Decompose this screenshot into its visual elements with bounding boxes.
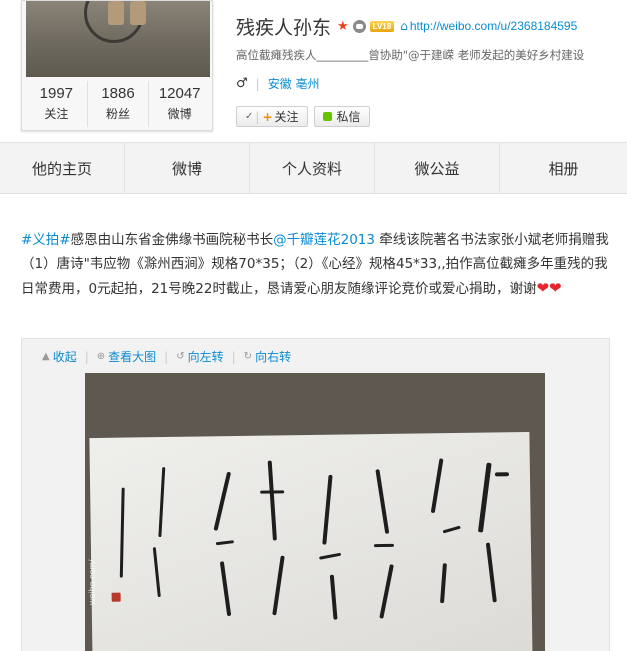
seal-stamp xyxy=(111,592,121,602)
topic-link[interactable]: #义拍# xyxy=(21,232,71,248)
level-badge[interactable]: LV18 xyxy=(369,20,395,32)
profile-stats: 1997 关注 1886 粉丝 12047 微博 xyxy=(26,81,210,127)
stat-number: 1886 xyxy=(101,85,135,102)
calligraphy-paper xyxy=(89,431,533,651)
tab-profile-info[interactable]: 个人资料 xyxy=(250,143,375,193)
check-icon: ✓ xyxy=(245,111,254,122)
collapse-button[interactable]: ▲ 收起 xyxy=(42,348,77,365)
brush-stroke xyxy=(119,487,125,578)
avatar[interactable] xyxy=(26,1,210,77)
media-box: ▲ 收起 | ⊕ 查看大图 | ↺ 向左转 | ↻ 向右转 weibo.com/ xyxy=(21,338,610,651)
profile-bio: 高位截瘫残疾人_________曾协助"@于建嵘 老师发起的美好乡村建设 xyxy=(236,48,585,62)
stat-weibo[interactable]: 12047 微博 xyxy=(149,81,210,127)
message-button[interactable]: 私信 xyxy=(313,106,370,127)
brush-stroke xyxy=(375,469,390,534)
collapse-icon: ▲ xyxy=(42,351,50,362)
stat-number: 1997 xyxy=(39,85,74,102)
follow-button[interactable]: ✓ | + 关注 xyxy=(236,106,308,127)
brush-stroke xyxy=(152,547,161,598)
tab-weibo[interactable]: 微博 xyxy=(125,143,250,193)
tool-label: 查看大图 xyxy=(108,350,157,364)
brush-stroke xyxy=(267,460,277,541)
brush-stroke xyxy=(373,543,394,548)
divider: | xyxy=(84,349,89,364)
brush-stroke xyxy=(442,525,461,534)
divider: | xyxy=(255,109,260,124)
brush-stroke xyxy=(322,474,333,545)
plus-icon: + xyxy=(262,109,273,124)
verified-star-icon[interactable]: ★ xyxy=(337,19,349,34)
follow-label: 关注 xyxy=(274,110,299,124)
brush-stroke xyxy=(213,471,232,531)
brush-stroke xyxy=(158,467,166,538)
tab-album[interactable]: 相册 xyxy=(500,143,627,193)
location-link[interactable]: 安徽 亳州 xyxy=(268,75,320,92)
brush-stroke xyxy=(379,564,394,619)
brush-stroke xyxy=(319,552,342,560)
home-url-link[interactable]: http://weibo.com/u/2368184595 xyxy=(410,19,577,33)
tool-label: 向右转 xyxy=(255,350,292,364)
avatar-leg xyxy=(130,1,146,25)
brush-stroke xyxy=(440,563,447,604)
avatar-leg xyxy=(108,1,124,25)
tool-label: 向左转 xyxy=(187,350,224,364)
profile-nav: 他的主页 微博 个人资料 微公益 相册 xyxy=(0,142,627,194)
brush-stroke xyxy=(215,540,235,546)
divider: | xyxy=(231,349,236,364)
divider: | xyxy=(255,76,260,91)
magnify-icon: ⊕ xyxy=(96,351,106,362)
rotate-left-icon: ↺ xyxy=(176,351,185,362)
male-icon: ♂ xyxy=(236,76,248,91)
image-watermark: weibo.com/ xyxy=(87,559,97,605)
divider: | xyxy=(164,349,169,364)
brush-stroke xyxy=(219,561,232,617)
tab-charity[interactable]: 微公益 xyxy=(375,143,500,193)
member-icon[interactable] xyxy=(352,19,366,33)
rotate-right-icon: ↻ xyxy=(243,351,253,362)
profile-actions: ✓ | + 关注 私信 xyxy=(236,106,376,127)
profile-meta: ♂ | 安徽 亳州 xyxy=(236,75,320,92)
message-label: 私信 xyxy=(336,110,361,124)
stat-followers[interactable]: 1886 粉丝 xyxy=(88,81,150,127)
mention-link[interactable]: @千瓣莲花2013 xyxy=(273,232,375,248)
post-text: #义拍#感恩由山东省金佛缘书画院秘书长@千瓣莲花2013 牵线该院著名书法家张小… xyxy=(21,228,615,301)
profile-name: 残疾人孙东 xyxy=(236,16,332,39)
brush-stroke xyxy=(272,555,285,616)
brush-stroke xyxy=(430,458,444,514)
brush-stroke xyxy=(260,490,285,494)
link-icon: ⌂ xyxy=(400,19,408,33)
stat-number: 12047 xyxy=(158,85,201,102)
post-text-part: 感恩由山东省金佛缘书画院秘书长 xyxy=(70,232,274,248)
brush-stroke xyxy=(494,472,509,477)
stat-label: 粉丝 xyxy=(106,107,131,121)
profile-name-row: 残疾人孙东 ★ LV18 ⌂ http://weibo.com/u/236818… xyxy=(236,12,577,40)
rotate-left-button[interactable]: ↺ 向左转 xyxy=(176,348,223,365)
tool-label: 收起 xyxy=(52,350,77,364)
post-image[interactable]: weibo.com/ xyxy=(85,373,545,651)
brush-stroke xyxy=(477,462,492,533)
message-icon xyxy=(322,112,332,121)
media-toolbar: ▲ 收起 | ⊕ 查看大图 | ↺ 向左转 | ↻ 向右转 xyxy=(42,348,291,365)
tab-home[interactable]: 他的主页 xyxy=(0,143,125,193)
stat-following[interactable]: 1997 关注 xyxy=(26,81,88,127)
stat-label: 关注 xyxy=(44,107,69,121)
stat-label: 微博 xyxy=(167,107,192,121)
heart-icon: ❤❤ xyxy=(536,279,562,297)
rotate-right-button[interactable]: ↻ 向右转 xyxy=(244,348,291,365)
view-large-button[interactable]: ⊕ 查看大图 xyxy=(97,348,156,365)
brush-stroke xyxy=(485,542,497,603)
brush-stroke xyxy=(329,574,338,620)
profile-card: 1997 关注 1886 粉丝 12047 微博 xyxy=(21,0,213,131)
